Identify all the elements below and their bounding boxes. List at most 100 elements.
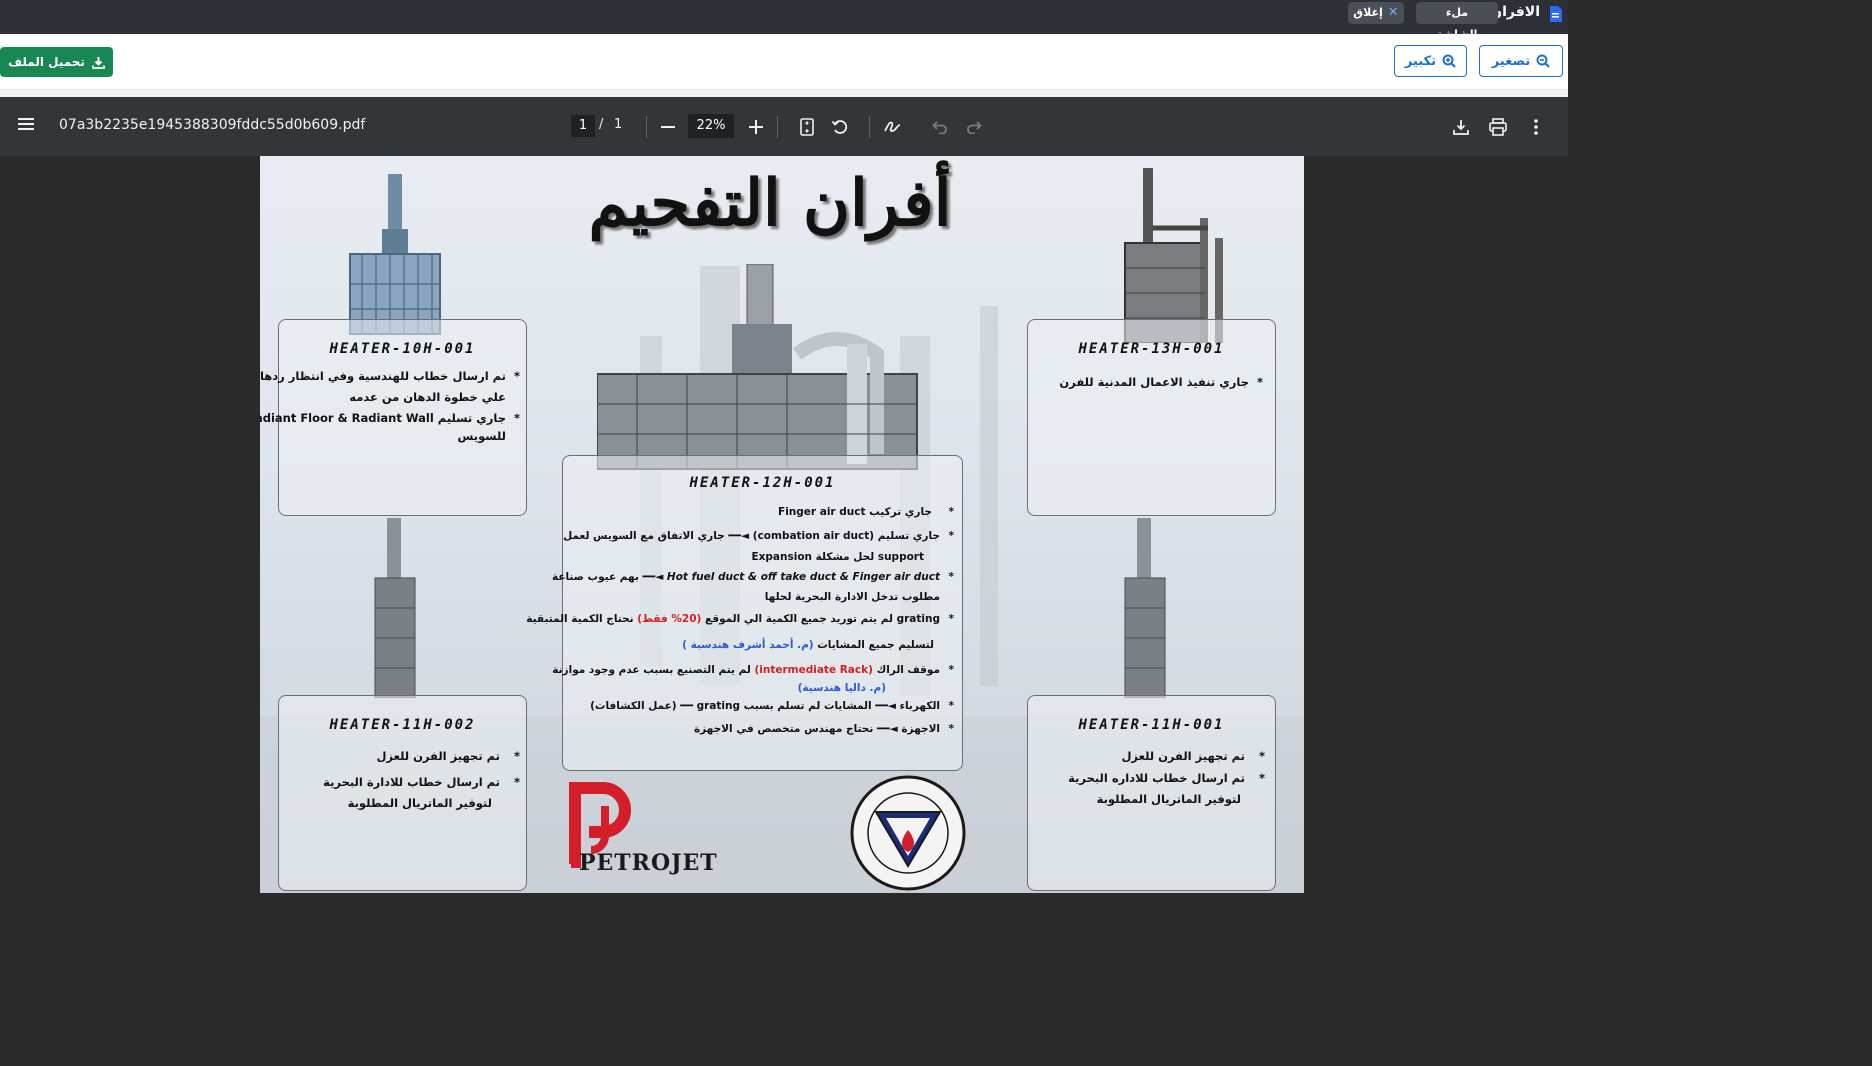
bullet-asterisk: * <box>513 369 520 383</box>
arrow-icon: ━━ <box>680 700 693 712</box>
note-line: لتوفير الماتريال المطلوبة <box>1096 792 1241 806</box>
fit-page-icon[interactable] <box>796 116 818 138</box>
background-tower <box>980 306 998 686</box>
note-line: لتسليم جميع المشايات (م. أحمد أشرف هندسي… <box>682 639 934 651</box>
zoom-level[interactable]: 22% <box>688 114 734 138</box>
zoom-in-label: تكبير <box>1404 53 1437 69</box>
heater-13h-notes: * جاري تنفيذ الاعمال المدنية للفرن <box>1033 372 1263 393</box>
bullet-asterisk: * <box>948 664 955 676</box>
bullet-asterisk: * <box>1256 375 1263 389</box>
note-line: * grating لم يتم توريد جميع الكمية الي ال… <box>526 606 955 632</box>
toolbar-separator <box>646 116 647 138</box>
download-icon <box>92 56 105 69</box>
heater-10h-notes: * تم ارسال خطاب للهندسية وفي انتظار ردها … <box>260 366 520 443</box>
heater-11h-002-card: HEATER-11H-002 * تم تجهيز الفرن للعزل * تم… <box>278 695 527 891</box>
close-icon: ✕ <box>1387 5 1399 20</box>
bullet-asterisk: * <box>1258 771 1265 785</box>
zoom-out-icon <box>1536 54 1550 68</box>
heater-12h-title: HEATER-12H-001 <box>689 475 836 491</box>
document-title: أفران التفحيم <box>588 166 952 241</box>
toolbar-separator <box>777 116 778 138</box>
heater-10h-title: HEATER-10H-001 <box>329 341 476 357</box>
note-line: * موقف الراك (intermediate Rack) لم يتم ا… <box>552 658 955 682</box>
heater-12h-illustration <box>597 264 918 470</box>
bullet-asterisk: * <box>513 411 520 425</box>
app-titlebar: الافران ملء الشاشة ✕ إغلاق <box>0 0 1568 41</box>
heater-11h-002-illustration <box>374 518 416 698</box>
toolbar-divider <box>0 90 1568 97</box>
more-options-icon[interactable] <box>1525 116 1547 138</box>
page-separator: / <box>599 117 604 132</box>
download-file-button[interactable]: تحميل الملف <box>0 47 113 77</box>
bullet-asterisk: * <box>948 613 955 625</box>
heater-13h-illustration <box>1124 168 1223 343</box>
note-line: * جاري تسليم Radiant Floor & Radiant Wall <box>260 408 520 429</box>
suez-oil-emblem <box>850 775 966 891</box>
note-line: مطلوب تدخل الادارة البحرية لحلها <box>764 591 940 603</box>
note-line: * الاجهزة ◄━━ نحتاج مهندس متخصص في الاجهز… <box>569 718 954 740</box>
bullet-asterisk: * <box>1258 749 1265 763</box>
heater-11h-001-illustration <box>1124 518 1166 698</box>
petrojet-wordmark: PETROJET <box>579 850 718 876</box>
menu-icon[interactable] <box>18 117 34 131</box>
note-line: * تم ارسال خطاب للاداره البحرية <box>1035 768 1265 789</box>
bullet-asterisk: * <box>948 506 955 518</box>
note-line: * جاري تنفيذ الاعمال المدنية للفرن <box>1033 372 1263 393</box>
arrow-icon: ◄━━ <box>875 700 896 712</box>
note-line: * جاري تسليم (combation air duct) ◄━━ جار… <box>563 524 955 548</box>
note-line: للسويس <box>457 429 507 443</box>
toolbar-separator <box>869 116 870 138</box>
petrojet-logo: PETROJET <box>565 776 725 880</box>
document-icon <box>1550 6 1562 22</box>
download-file-label: تحميل الملف <box>8 55 85 69</box>
close-label: إغلاق <box>1353 6 1383 19</box>
page-number-input[interactable]: 1 <box>571 115 595 137</box>
note-line: * تم تجهيز الفرن للعزل <box>290 740 520 772</box>
heater-11h-001-title: HEATER-11H-001 <box>1078 717 1225 733</box>
bullet-asterisk: * <box>948 700 955 712</box>
zoom-out-button[interactable]: تصغير <box>1479 45 1563 77</box>
fullscreen-button[interactable]: ملء الشاشة <box>1416 2 1498 41</box>
undo-icon[interactable] <box>929 116 951 138</box>
zoom-in-button[interactable]: تكبير <box>1394 45 1467 77</box>
zoom-out-pdf-icon[interactable] <box>657 116 679 138</box>
print-icon[interactable] <box>1487 116 1509 138</box>
note-line: (م. داليا هندسية) <box>797 682 886 694</box>
bullet-asterisk: * <box>948 723 955 735</box>
annotate-icon[interactable] <box>882 116 904 138</box>
heater-11h-002-notes: * تم تجهيز الفرن للعزل * تم ارسال خطاب للا… <box>290 740 520 814</box>
note-line: لتوفير الماتريال المطلوبة <box>347 796 492 810</box>
download-pdf-icon[interactable] <box>1450 116 1472 138</box>
heater-12h-card: HEATER-12H-001 * جاري تركيب Finger air du… <box>526 455 963 771</box>
arrow-icon: ◄━━ <box>728 530 750 542</box>
heater-12h-notes: * جاري تركيب Finger air duct * جاري تسليم … <box>526 500 955 740</box>
zoom-in-icon <box>1442 54 1456 68</box>
note-line: * تم تجهيز الفرن للعزل <box>1035 744 1265 768</box>
bullet-asterisk: * <box>948 530 955 542</box>
arrow-icon: ◄━━ <box>876 723 898 735</box>
heater-11h-002-title: HEATER-11H-002 <box>329 717 476 733</box>
zoom-in-pdf-icon[interactable] <box>745 116 767 138</box>
pdf-toolbar: 07a3b2235e1945388309fddc55d0b609.pdf 1 /… <box>0 97 1568 156</box>
bullet-asterisk: * <box>513 749 520 763</box>
heater-11h-001-card: HEATER-11H-001 * تم تجهيز الفرن للعزل * تم… <box>1027 695 1276 891</box>
arrow-icon: ◄━━ <box>642 571 664 583</box>
heater-10h-card: HEATER-10H-001 * تم ارسال خطاب للهندسية و… <box>260 319 527 516</box>
suez-oil-logo <box>840 774 976 893</box>
pdf-viewport[interactable]: أفران التفحيم HEATER-10H-001 * تم ارسال … <box>0 156 1568 893</box>
pdf-page: أفران التفحيم HEATER-10H-001 * تم ارسال … <box>260 156 1304 893</box>
note-line: * جاري تركيب Finger air duct <box>569 500 954 524</box>
heater-13h-title: HEATER-13H-001 <box>1078 341 1225 357</box>
bullet-asterisk: * <box>513 775 520 789</box>
viewer-toolbar: تصغير تكبير تحميل الملف <box>0 34 1568 90</box>
note-line: * الكهرباء ◄━━ المشايات لم تسلم بسبب grat… <box>569 694 954 718</box>
note-line: * تم ارسال خطاب للهندسية وفي انتظار ردها <box>260 366 520 387</box>
note-line: * تم ارسال خطاب للادارة البحرية <box>290 772 520 793</box>
redo-icon[interactable] <box>963 116 985 138</box>
close-button[interactable]: ✕ إغلاق <box>1348 2 1404 24</box>
note-line: * Hot fuel duct & off take duct & Finger … <box>552 566 954 588</box>
pdf-filename: 07a3b2235e1945388309fddc55d0b609.pdf <box>59 117 366 133</box>
rotate-icon[interactable] <box>829 116 851 138</box>
heater-13h-card: HEATER-13H-001 * جاري تنفيذ الاعمال المدن… <box>1027 319 1276 516</box>
zoom-out-label: تصغير <box>1491 53 1531 69</box>
